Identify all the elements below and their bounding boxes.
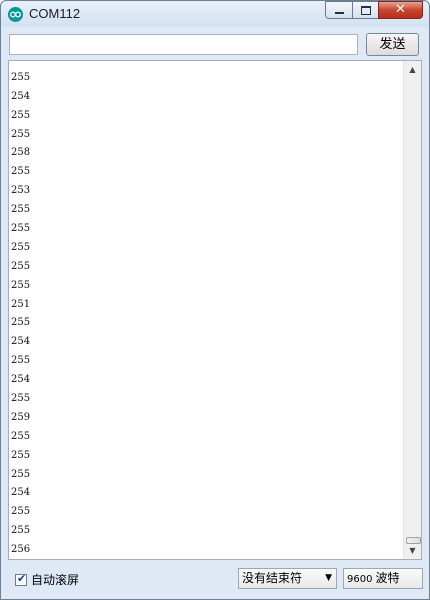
baud-rate-select[interactable]: 9600 波特 <box>343 568 423 589</box>
minimize-icon <box>335 12 344 14</box>
output-line: 255 <box>11 393 31 405</box>
output-line: 255 <box>11 449 31 461</box>
maximize-button[interactable] <box>352 1 378 19</box>
output-line: 255 <box>11 430 31 442</box>
autoscroll-checkbox[interactable]: ✔ <box>15 571 27 586</box>
checkmark-icon: ✔ <box>17 571 27 585</box>
output-line: 255 <box>11 525 31 537</box>
output-line: 255 <box>11 506 31 518</box>
output-line: 255 <box>11 109 31 121</box>
output-line: 256 <box>11 544 31 556</box>
scroll-down-icon[interactable]: ▼ <box>404 542 421 559</box>
output-line: 255 <box>11 241 31 253</box>
output-line: 255 <box>11 317 31 329</box>
serial-output-area[interactable]: 257 255 254 255 255 258 255 253 255 255 255 255 255 2… <box>8 60 422 560</box>
caption-buttons: ✕ <box>325 1 423 20</box>
output-line: 254 <box>11 487 31 499</box>
output-line: 255 <box>11 355 31 367</box>
send-button[interactable]: 发送 <box>366 33 419 56</box>
output-lines: 257 255 254 255 255 258 255 253 255 255 255 255 255 2… <box>11 61 407 559</box>
maximize-icon <box>361 6 371 15</box>
output-line: 254 <box>11 374 31 386</box>
output-line: 259 <box>11 411 31 423</box>
line-ending-select[interactable]: 没有结束符 ▼ <box>238 568 337 589</box>
baud-rate-suffix: 波特 <box>375 571 400 585</box>
output-line: 254 <box>11 336 31 348</box>
output-line: 257 <box>11 61 407 69</box>
output-line: 255 <box>11 468 31 480</box>
output-line: 253 <box>11 185 31 197</box>
output-line: 255 <box>11 71 31 83</box>
output-line: 255 <box>11 223 31 235</box>
output-line: 254 <box>11 90 31 102</box>
scroll-up-icon[interactable]: ▲ <box>404 61 421 78</box>
baud-rate-value: 9600 <box>347 574 373 585</box>
dropdown-arrow-icon: ▼ <box>325 573 332 583</box>
send-input[interactable] <box>9 34 358 55</box>
close-button[interactable]: ✕ <box>378 1 423 19</box>
title-bar[interactable]: COM112 ✕ <box>1 1 429 27</box>
autoscroll-toggle[interactable]: ✔ 自动滚屏 <box>15 571 79 588</box>
bottom-bar: ✔ 自动滚屏 没有结束符 ▼ 9600 波特 <box>1 563 429 599</box>
serial-monitor-window: COM112 ✕ 发送 2572552542552552582552532552… <box>0 0 430 600</box>
line-ending-value: 没有结束符 <box>242 571 303 585</box>
output-line: 255 <box>11 279 31 291</box>
output-line: 255 <box>11 166 31 178</box>
output-line: 255 <box>11 204 31 216</box>
close-icon: ✕ <box>395 2 406 17</box>
output-line: 251 <box>11 298 31 310</box>
arduino-icon <box>8 7 23 22</box>
output-line: 255 <box>11 128 31 140</box>
output-line: 258 <box>11 147 31 159</box>
minimize-button[interactable] <box>325 1 352 19</box>
output-line: 255 <box>11 260 31 272</box>
vertical-scrollbar[interactable]: ▲ ▼ <box>403 61 421 559</box>
window-title: COM112 <box>29 6 81 21</box>
autoscroll-label: 自动滚屏 <box>31 573 80 587</box>
